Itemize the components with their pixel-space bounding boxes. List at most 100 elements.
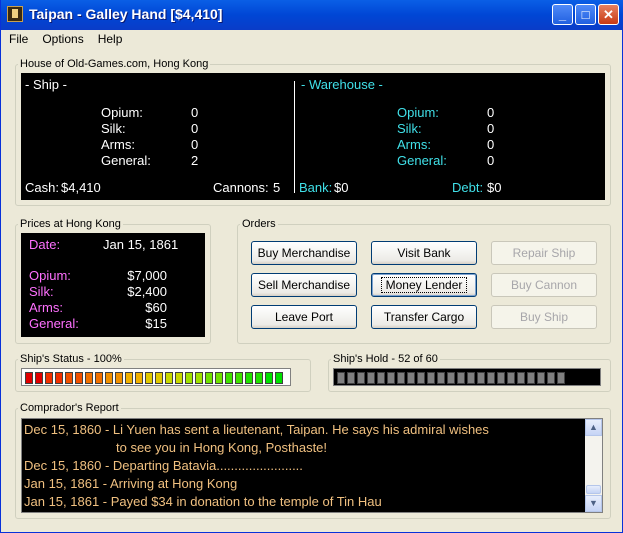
debt-label: Debt: xyxy=(452,180,484,195)
warehouse-heading: - Warehouse - xyxy=(301,77,383,92)
price-arms-value: $60 xyxy=(145,300,167,315)
visit-bank-button[interactable]: Visit Bank xyxy=(371,241,477,265)
maximize-button[interactable]: □ xyxy=(575,4,596,25)
price-silk-value: $2,400 xyxy=(127,284,167,299)
buy-ship-button[interactable]: Buy Ship xyxy=(491,305,597,329)
ship-arms-label: Arms: xyxy=(101,137,135,152)
status-segment xyxy=(95,372,103,384)
cannons-value: 5 xyxy=(273,180,281,195)
status-segment xyxy=(155,372,163,384)
report-line: Jan 15, 1861 - Payed $34 in donation to … xyxy=(24,494,382,509)
date-label: Date: xyxy=(29,237,61,252)
title-bar[interactable]: Taipan - Galley Hand [$4,410] _ □ ✕ xyxy=(1,0,623,30)
wh-silk-value: 0 xyxy=(487,121,495,136)
buy-merchandise-button[interactable]: Buy Merchandise xyxy=(251,241,357,265)
minimize-button[interactable]: _ xyxy=(552,4,573,25)
status-segment xyxy=(165,372,173,384)
panel-divider xyxy=(294,81,295,193)
scroll-down-icon[interactable]: ▼ xyxy=(585,495,602,512)
ship-arms-value: 0 xyxy=(191,137,199,152)
debt-value: $0 xyxy=(487,180,502,195)
hold-segment xyxy=(397,372,405,384)
hold-segment xyxy=(367,372,375,384)
wh-opium-value: 0 xyxy=(487,105,495,120)
status-segment xyxy=(115,372,123,384)
status-segment xyxy=(185,372,193,384)
status-segment xyxy=(195,372,203,384)
wh-arms-label: Arms: xyxy=(397,137,431,152)
hold-segment xyxy=(417,372,425,384)
status-segment xyxy=(105,372,113,384)
prices-legend: Prices at Hong Kong xyxy=(20,218,121,230)
house-panel: - Ship - Opium: 0 Silk: 0 Arms: 0 Genera… xyxy=(21,73,605,200)
ship-silk-label: Silk: xyxy=(101,121,126,136)
buy-cannon-button[interactable]: Buy Cannon xyxy=(491,273,597,297)
report-legend: Comprador's Report xyxy=(20,402,119,414)
date-value: Jan 15, 1861 xyxy=(103,237,179,252)
price-general-label: General: xyxy=(29,316,79,331)
hold-segment xyxy=(387,372,395,384)
report-line: to see you in Hong Kong, Posthaste! xyxy=(116,440,328,455)
hold-segment xyxy=(407,372,415,384)
hold-segment xyxy=(447,372,455,384)
ship-silk-value: 0 xyxy=(191,121,199,136)
orders-legend: Orders xyxy=(242,218,276,230)
ship-general-label: General: xyxy=(101,153,151,168)
hold-segment xyxy=(487,372,495,384)
status-segment xyxy=(55,372,63,384)
cash-label: Cash: xyxy=(25,180,59,195)
status-segment xyxy=(215,372,223,384)
hold-legend: Ship's Hold - 52 of 60 xyxy=(333,353,438,365)
status-segment xyxy=(25,372,33,384)
repair-ship-button[interactable]: Repair Ship xyxy=(491,241,597,265)
scroll-thumb[interactable] xyxy=(586,485,601,494)
wh-general-value: 0 xyxy=(487,153,495,168)
menu-file[interactable]: File xyxy=(1,30,34,46)
bank-label: Bank: xyxy=(299,180,333,195)
money-lender-button[interactable]: Money Lender xyxy=(371,273,477,297)
price-opium-label: Opium: xyxy=(29,268,71,283)
wh-arms-value: 0 xyxy=(487,137,495,152)
hold-segment xyxy=(517,372,525,384)
leave-port-button[interactable]: Leave Port xyxy=(251,305,357,329)
hold-segment xyxy=(477,372,485,384)
report-scrollbar[interactable]: ▲ ▼ xyxy=(585,419,602,512)
scroll-up-icon[interactable]: ▲ xyxy=(585,419,602,436)
report-line: Jan 15, 1861 - Arriving at Hong Kong xyxy=(24,476,238,491)
status-segment xyxy=(265,372,273,384)
prices-panel: Date: Jan 15, 1861 Opium: $7,000 Silk: $… xyxy=(21,233,205,337)
hold-segment xyxy=(347,372,355,384)
wh-opium-label: Opium: xyxy=(397,105,439,120)
hold-segment xyxy=(337,372,345,384)
sell-merchandise-button[interactable]: Sell Merchandise xyxy=(251,273,357,297)
transfer-cargo-button[interactable]: Transfer Cargo xyxy=(371,305,477,329)
status-segment xyxy=(75,372,83,384)
price-opium-value: $7,000 xyxy=(127,268,167,283)
menu-bar: File Options Help xyxy=(1,30,622,49)
status-segment xyxy=(35,372,43,384)
hold-segment xyxy=(527,372,535,384)
menu-help[interactable]: Help xyxy=(90,30,129,46)
report-textbox[interactable]: Dec 15, 1860 - Li Yuen has sent a lieute… xyxy=(21,418,603,513)
money-lender-label: Money Lender xyxy=(380,277,468,293)
ship-general-value: 2 xyxy=(191,153,199,168)
price-silk-label: Silk: xyxy=(29,284,54,299)
window-title: Taipan - Galley Hand [$4,410] xyxy=(29,6,223,22)
cannons-label: Cannons: xyxy=(213,180,269,195)
hold-segment xyxy=(357,372,365,384)
menu-options[interactable]: Options xyxy=(34,30,89,46)
hold-segment xyxy=(457,372,465,384)
hold-segment xyxy=(377,372,385,384)
status-segment xyxy=(175,372,183,384)
status-segment xyxy=(255,372,263,384)
hold-segment xyxy=(467,372,475,384)
wh-general-label: General: xyxy=(397,153,447,168)
status-segment xyxy=(275,372,283,384)
status-segment xyxy=(235,372,243,384)
hold-segment xyxy=(557,372,565,384)
status-segment xyxy=(225,372,233,384)
app-icon[interactable] xyxy=(7,6,23,22)
status-segment xyxy=(205,372,213,384)
close-button[interactable]: ✕ xyxy=(598,4,619,25)
status-segment xyxy=(65,372,73,384)
